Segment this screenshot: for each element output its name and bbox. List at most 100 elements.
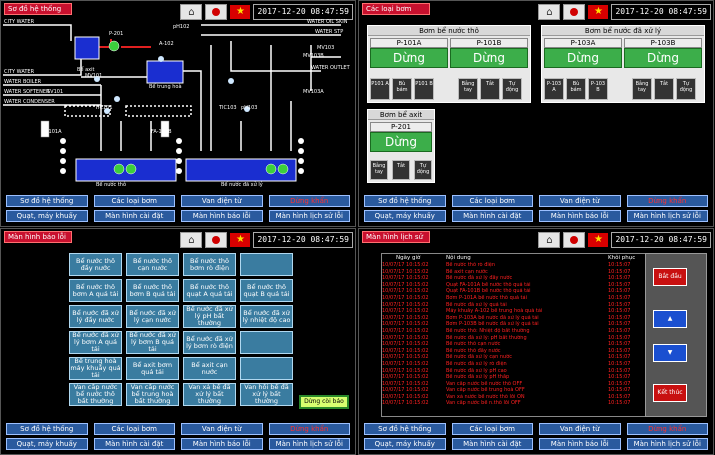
- pump-status-button[interactable]: Dừng: [370, 132, 432, 152]
- scroll-up-button[interactable]: ▲: [653, 310, 687, 328]
- row-recovery: 10:15:07: [608, 308, 631, 315]
- nav-pumps[interactable]: Các loại bơm: [451, 195, 533, 207]
- nav-solenoid-valves[interactable]: Van điện từ: [181, 423, 263, 435]
- history-row[interactable]: 10/07/17 10:15:02 Bể nước đã xử lý rò điệ…: [382, 361, 652, 368]
- vietnam-flag-button[interactable]: ★: [588, 5, 609, 19]
- history-row[interactable]: 10/07/17 10:15:02 Quạt FA-101A bể nước th…: [382, 282, 652, 289]
- nav-alarms[interactable]: Màn hình báo lỗi: [539, 210, 621, 222]
- japan-flag-button[interactable]: [563, 4, 586, 20]
- row-content: Quạt FA-101A bể nước thô quá tải: [446, 281, 531, 288]
- history-row[interactable]: 10/07/17 10:15:02 Van xả nước bể nước thô…: [382, 394, 652, 401]
- nav-alarm-history[interactable]: Màn hình lịch sử lỗi: [268, 210, 350, 222]
- vietnam-flag-button[interactable]: ★: [230, 233, 251, 247]
- history-row[interactable]: 10/07/17 10:15:02 Bể nước thô đầy nước 10:…: [382, 348, 652, 355]
- row-recovery: 10:15:07: [608, 321, 631, 328]
- nav-alarms[interactable]: Màn hình báo lỗi: [181, 210, 263, 222]
- history-row[interactable]: 10/07/17 10:15:02 Bể nước đã xử lý pH thấ…: [382, 374, 652, 381]
- nav-alarms[interactable]: Màn hình báo lỗi: [181, 438, 263, 450]
- nav-emergency-stop[interactable]: Dừng khẩn: [626, 423, 708, 435]
- select-p101b-button[interactable]: P101 B: [414, 78, 434, 100]
- off-button[interactable]: Tắt: [392, 160, 410, 180]
- manual-button[interactable]: Bằng tay: [370, 160, 388, 180]
- nav-emergency-stop[interactable]: Dừng khẩn: [268, 195, 350, 207]
- history-table[interactable]: Ngày giờ Nội dung Khôi phục 10/07/17 10:…: [381, 253, 653, 417]
- pump-status-button[interactable]: Dừng: [450, 48, 528, 68]
- nav-alarms[interactable]: Màn hình báo lỗi: [539, 438, 621, 450]
- nav-alarm-history[interactable]: Màn hình lịch sử lỗi: [626, 438, 708, 450]
- nav-solenoid-valves[interactable]: Van điện từ: [181, 195, 263, 207]
- history-row[interactable]: 10/07/17 10:15:02 Van cấp nước bể nước th…: [382, 381, 652, 388]
- manual-button[interactable]: Bằng tay: [458, 78, 478, 100]
- alarm-indicator: Bể nước đã xử lý bơm rò điện: [183, 331, 236, 354]
- pump-status-button[interactable]: Dừng: [624, 48, 702, 68]
- japan-flag-icon: [570, 8, 579, 16]
- nav-solenoid-valves[interactable]: Van điện từ: [539, 423, 621, 435]
- home-button[interactable]: ⌂: [538, 232, 561, 248]
- off-button[interactable]: Tắt: [480, 78, 500, 100]
- label-fa101b: FA-101B: [151, 129, 172, 135]
- history-row[interactable]: 10/07/17 10:15:02 Bể nước đã xử lý đầy nư…: [382, 275, 652, 282]
- pump-status-button[interactable]: Dừng: [370, 48, 448, 68]
- nav-emergency-stop[interactable]: Dừng khẩn: [268, 423, 350, 435]
- scroll-down-button[interactable]: ▼: [653, 344, 687, 362]
- nav-settings[interactable]: Màn hình cài đặt: [93, 438, 175, 450]
- alternate-button[interactable]: Bù bám: [566, 78, 586, 100]
- alarm-indicator: Bể nước thô bơm A quá tải: [69, 279, 122, 302]
- nav-settings[interactable]: Màn hình cài đặt: [451, 210, 533, 222]
- select-p103a-button[interactable]: P-103 A: [544, 78, 564, 100]
- pump-name: P-103B: [624, 38, 702, 48]
- nav-solenoid-valves[interactable]: Van điện từ: [539, 195, 621, 207]
- history-row[interactable]: 10/07/17 10:15:02 Bể nước đã xử lý: pH bấ…: [382, 335, 652, 342]
- nav-pumps[interactable]: Các loại bơm: [93, 195, 175, 207]
- nav-settings[interactable]: Màn hình cài đặt: [451, 438, 533, 450]
- nav-fans-mixers[interactable]: Quạt, máy khuấy: [364, 210, 446, 222]
- row-content: Bơm P-101A bể nước thô quá tải: [446, 294, 527, 301]
- history-row[interactable]: 10/07/17 10:15:02 Bể nước đã xử lý quá tả…: [382, 302, 652, 309]
- nav-system-diagram[interactable]: Sơ đồ hệ thống: [6, 423, 88, 435]
- history-row[interactable]: 10/07/17 10:15:02 Bể axit cạn nước 10:15:0…: [382, 269, 652, 276]
- last-button[interactable]: Kết thúc: [653, 384, 687, 402]
- history-row[interactable]: 10/07/17 10:15:02 Bể nước thô cạn nước 10:…: [382, 341, 652, 348]
- nav-pumps[interactable]: Các loại bơm: [451, 423, 533, 435]
- nav-system-diagram[interactable]: Sơ đồ hệ thống: [364, 195, 446, 207]
- nav-pumps[interactable]: Các loại bơm: [93, 423, 175, 435]
- nav-bar: Sơ đồ hệ thống Các loại bơm Van điện từ …: [6, 423, 350, 450]
- japan-flag-button[interactable]: [205, 232, 228, 248]
- manual-button[interactable]: Bằng tay: [632, 78, 652, 100]
- nav-fans-mixers[interactable]: Quạt, máy khuấy: [6, 438, 88, 450]
- select-p101a-button[interactable]: P101 A: [370, 78, 390, 100]
- japan-flag-button[interactable]: [563, 232, 586, 248]
- nav-system-diagram[interactable]: Sơ đồ hệ thống: [6, 195, 88, 207]
- history-row[interactable]: 10/07/17 10:15:02 Bể nước thô rò điện 10:1…: [382, 262, 652, 269]
- home-button[interactable]: ⌂: [180, 232, 203, 248]
- off-button[interactable]: Tắt: [654, 78, 674, 100]
- nav-emergency-stop[interactable]: Dừng khẩn: [626, 195, 708, 207]
- silence-alarm-button[interactable]: Dừng còi báo: [299, 395, 349, 409]
- pump-status-button[interactable]: Dừng: [544, 48, 622, 68]
- home-button[interactable]: ⌂: [538, 4, 561, 20]
- nav-fans-mixers[interactable]: Quạt, máy khuấy: [364, 438, 446, 450]
- history-row[interactable]: 10/07/17 10:15:02 Bể nước đã xử lý pH cao…: [382, 368, 652, 375]
- auto-button[interactable]: Tự động: [414, 160, 432, 180]
- history-row[interactable]: 10/07/17 10:15:02 Bơm P-103A bể nước đã x…: [382, 315, 652, 322]
- vietnam-flag-button[interactable]: ★: [588, 233, 609, 247]
- nav-fans-mixers[interactable]: Quạt, máy khuấy: [6, 210, 88, 222]
- history-row[interactable]: 10/07/17 10:15:02 Bơm P-101A bể nước thô …: [382, 295, 652, 302]
- history-row[interactable]: 10/07/17 10:15:02 Máy khuấy A-102 bể trun…: [382, 308, 652, 315]
- alternate-button[interactable]: Bù bám: [392, 78, 412, 100]
- nav-alarm-history[interactable]: Màn hình lịch sử lỗi: [626, 210, 708, 222]
- nav-alarm-history[interactable]: Màn hình lịch sử lỗi: [268, 438, 350, 450]
- history-row[interactable]: 10/07/17 10:15:02 Bơm P-103B bể nước đã x…: [382, 321, 652, 328]
- auto-button[interactable]: Tự động: [676, 78, 696, 100]
- label-water-boiler: WATER BOILER: [4, 79, 42, 85]
- select-p103b-button[interactable]: P-103 B: [588, 78, 608, 100]
- history-row[interactable]: 10/07/17 10:15:02 Van cấp nước bể trung h…: [382, 387, 652, 394]
- first-button[interactable]: Bắt đầu: [653, 268, 687, 286]
- history-row[interactable]: 10/07/17 10:15:02 Van cấp nước bể n.thô l…: [382, 400, 652, 407]
- history-row[interactable]: 10/07/17 10:15:02 Bể nước thô: Nhiệt độ b…: [382, 328, 652, 335]
- nav-settings[interactable]: Màn hình cài đặt: [93, 210, 175, 222]
- auto-button[interactable]: Tự động: [502, 78, 522, 100]
- history-row[interactable]: 10/07/17 10:15:02 Bể nước đã xử lý cạn nư…: [382, 354, 652, 361]
- history-row[interactable]: 10/07/17 10:15:02 Quạt FA-101B bể nước th…: [382, 288, 652, 295]
- nav-system-diagram[interactable]: Sơ đồ hệ thống: [364, 423, 446, 435]
